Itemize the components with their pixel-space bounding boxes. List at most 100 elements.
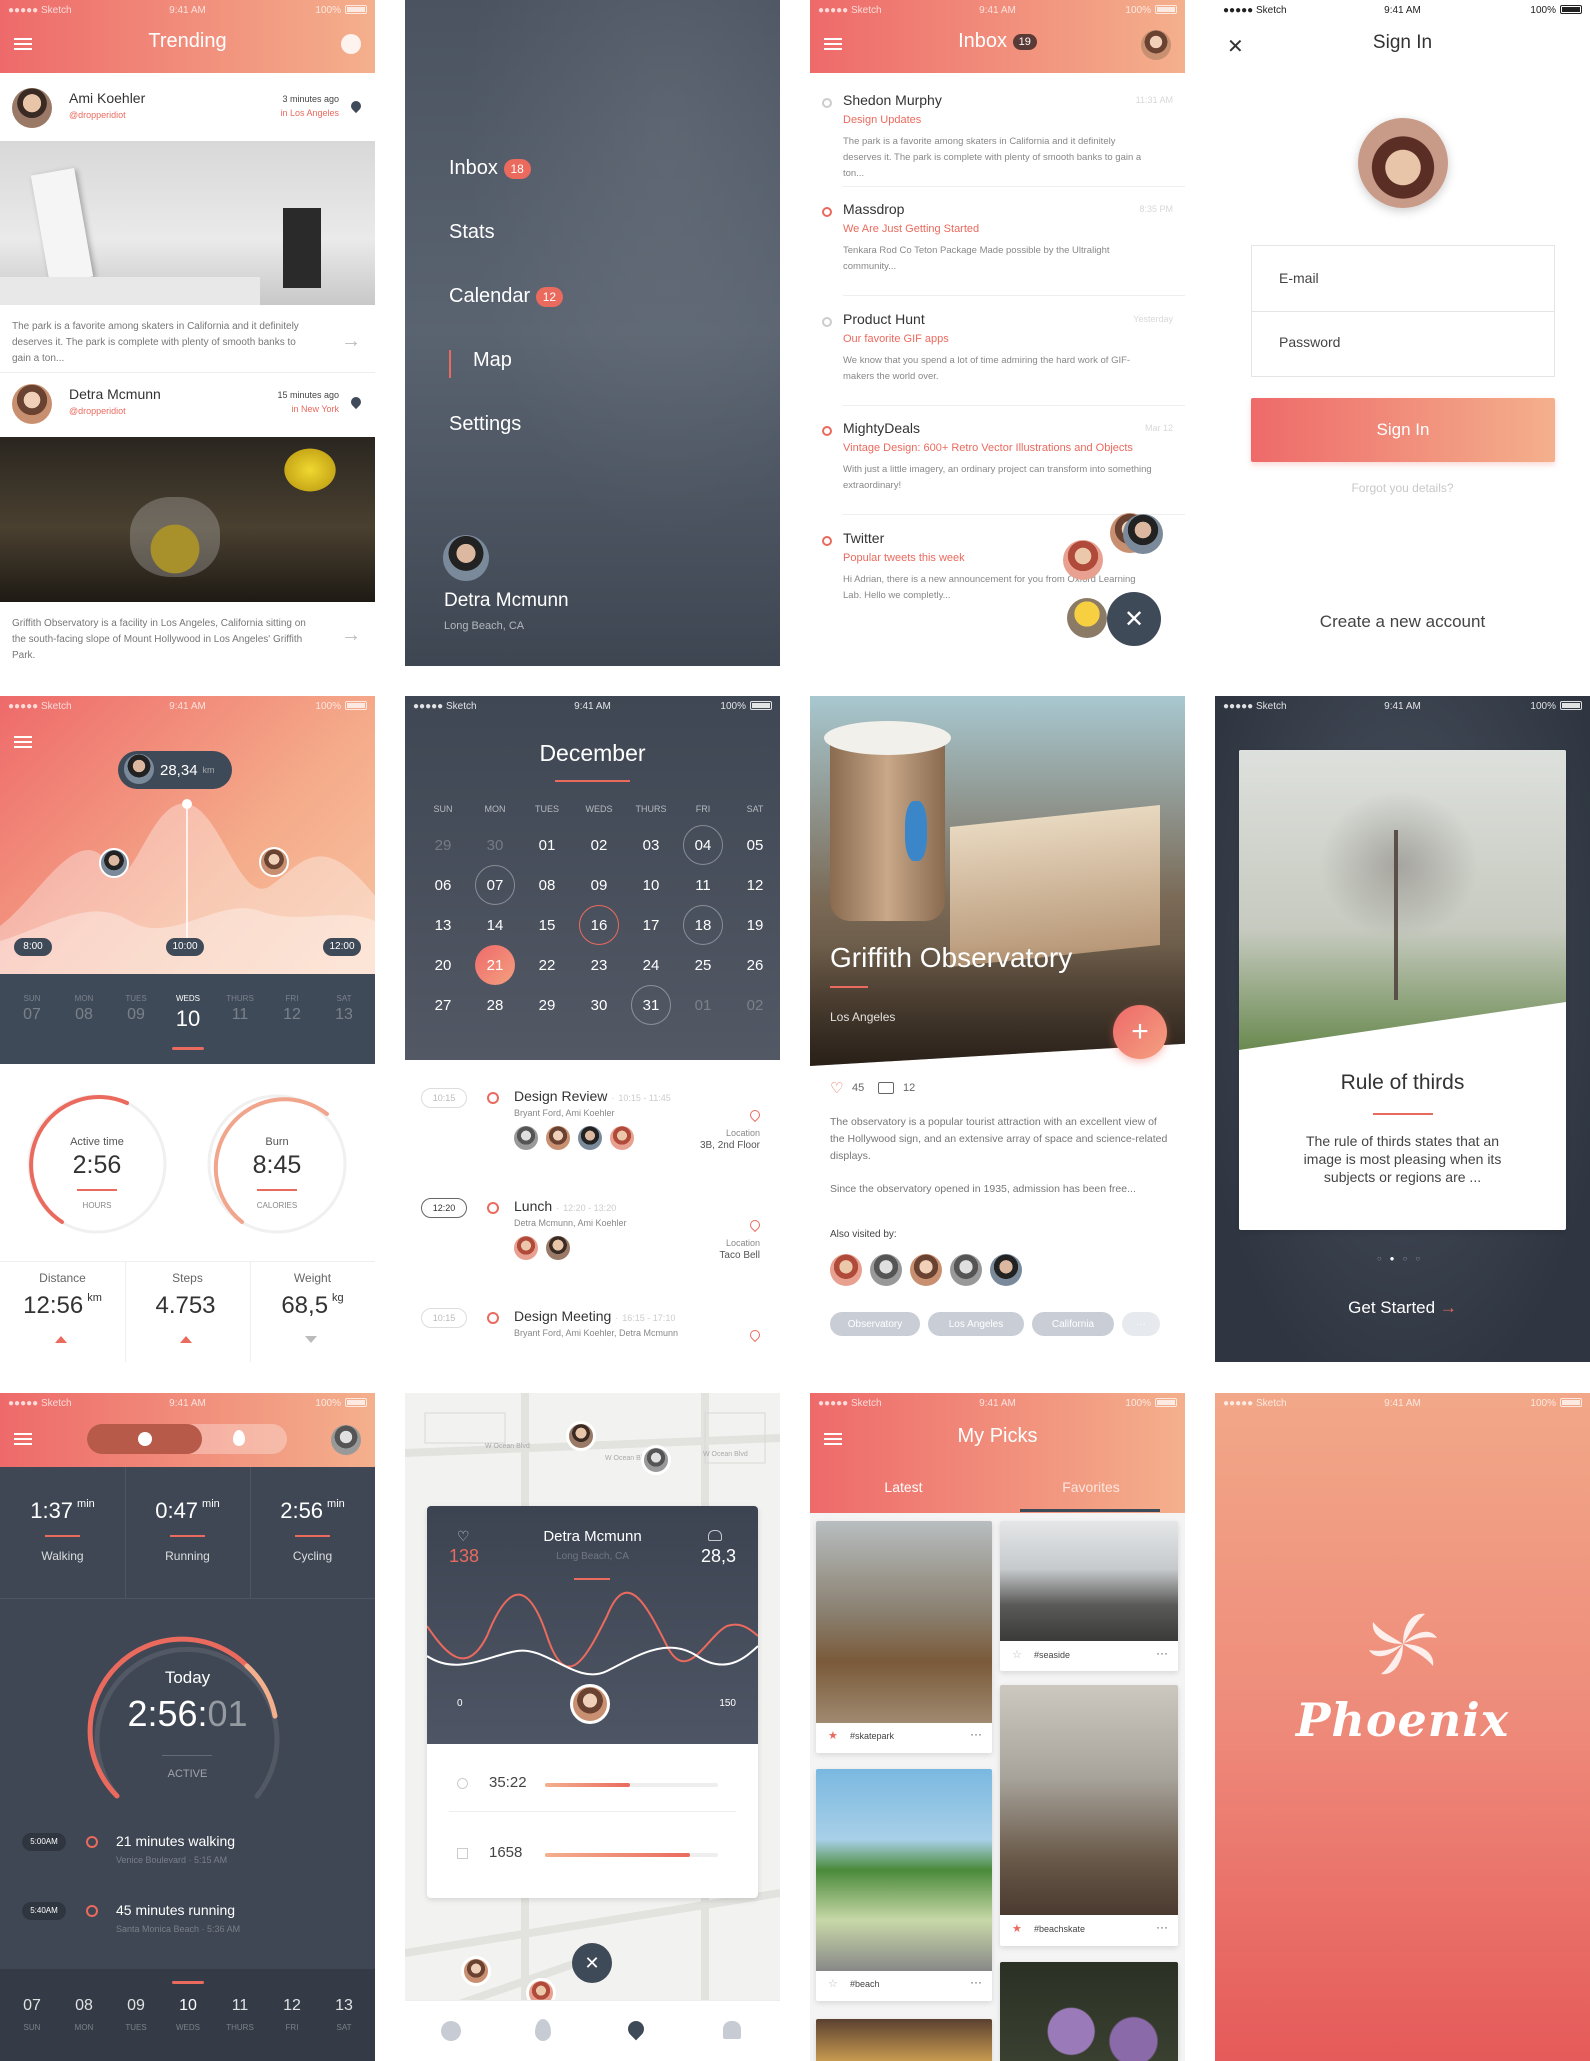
day-name[interactable]: SAT	[318, 2023, 370, 2032]
day-number[interactable]: 11	[214, 1006, 266, 1024]
message-subject[interactable]: Popular tweets this week	[843, 552, 965, 564]
comment-icon[interactable]	[878, 1082, 894, 1094]
calendar-day[interactable]: 30	[579, 985, 619, 1025]
calendar-day[interactable]: 09	[579, 865, 619, 905]
avatar[interactable]	[1063, 540, 1103, 580]
avatar[interactable]	[950, 1254, 982, 1286]
calendar-day[interactable]: 02	[579, 825, 619, 865]
calendar-day[interactable]: 11	[683, 865, 723, 905]
post-image[interactable]	[0, 437, 375, 602]
day-number[interactable]: 10	[162, 1997, 214, 2015]
password-field[interactable]: Password	[1251, 311, 1555, 377]
message-sender[interactable]: Twitter	[843, 530, 884, 546]
message-subject[interactable]: We Are Just Getting Started	[843, 223, 979, 235]
calendar-day[interactable]: 05	[735, 825, 775, 865]
message-subject[interactable]: Our favorite GIF apps	[843, 333, 949, 345]
mode-toggle[interactable]	[87, 1424, 287, 1454]
calendar-day[interactable]: 29	[527, 985, 567, 1025]
day-number[interactable]: 07	[6, 1006, 58, 1024]
sign-in-button[interactable]: Sign In	[1251, 398, 1555, 462]
pick-card-skatepark[interactable]: ★ #skatepark ···	[816, 1521, 992, 1753]
avatar[interactable]	[1067, 598, 1107, 638]
menu-item-stats[interactable]: Stats	[449, 221, 495, 244]
flame-icon[interactable]	[535, 2019, 551, 2041]
message-sender[interactable]: Shedon Murphy	[843, 92, 942, 108]
day-name[interactable]: FRI	[266, 2023, 318, 2032]
day-name[interactable]: THURS	[214, 994, 266, 1003]
calendar-day[interactable]: 31	[631, 985, 671, 1025]
menu-item-settings[interactable]: Settings	[449, 413, 521, 436]
star-icon[interactable]: ★	[1012, 1922, 1022, 1935]
day-number[interactable]: 13	[318, 1006, 370, 1024]
calendar-day[interactable]: 04	[683, 825, 723, 865]
calendar-day[interactable]: 01	[683, 985, 723, 1025]
map-marker-avatar[interactable]	[461, 1956, 491, 1986]
event-title[interactable]: Design Review · 10:15 - 11:45	[514, 1088, 671, 1104]
avatar[interactable]	[514, 1236, 538, 1260]
calendar-day[interactable]: 02	[735, 985, 775, 1025]
calendar-day[interactable]: 10	[631, 865, 671, 905]
avatar[interactable]	[12, 384, 52, 424]
calendar-day[interactable]: 23	[579, 945, 619, 985]
calendar-day[interactable]: 15	[527, 905, 567, 945]
post-author[interactable]: Ami Koehler	[69, 90, 145, 106]
day-number[interactable]: 09	[110, 1006, 162, 1024]
day-name[interactable]: SUN	[6, 994, 58, 1003]
avatar[interactable]	[1123, 514, 1163, 554]
calendar-day[interactable]: 24	[631, 945, 671, 985]
avatar[interactable]	[570, 1684, 610, 1724]
pick-card-beachskate[interactable]: ★ #beachskate ···	[1000, 1685, 1178, 1946]
arrow-right-icon[interactable]: →	[341, 624, 361, 647]
message-subject[interactable]: Design Updates	[843, 114, 921, 126]
avatar[interactable]	[259, 847, 289, 877]
calendar-day[interactable]: 19	[735, 905, 775, 945]
calendar-day[interactable]: 29	[423, 825, 463, 865]
calendar-day[interactable]: 26	[735, 945, 775, 985]
avatar[interactable]	[546, 1236, 570, 1260]
day-name[interactable]: SAT	[318, 994, 370, 1003]
avatar[interactable]	[1358, 118, 1448, 208]
post-handle[interactable]: @dropperidiot	[69, 110, 126, 120]
post-author[interactable]: Detra Mcmunn	[69, 386, 161, 402]
day-name[interactable]: THURS	[214, 2023, 266, 2032]
calendar-day[interactable]: 27	[423, 985, 463, 1025]
menu-icon[interactable]	[14, 1433, 32, 1445]
tag-california[interactable]: California	[1032, 1312, 1114, 1336]
forgot-details-link[interactable]: Forgot you details?	[1215, 481, 1590, 495]
calendar-day[interactable]: 30	[475, 825, 515, 865]
day-number[interactable]: 10	[162, 1006, 214, 1032]
pick-card-partial[interactable]	[816, 2019, 992, 2061]
day-number[interactable]: 07	[6, 1997, 58, 2015]
event-title[interactable]: Lunch · 12:20 - 13:20	[514, 1198, 616, 1214]
calendar-day[interactable]: 14	[475, 905, 515, 945]
map-marker-avatar[interactable]	[641, 1445, 671, 1475]
pick-card-seaside[interactable]: ☆ #seaside ···	[1000, 1521, 1178, 1671]
create-account-link[interactable]: Create a new account	[1215, 612, 1590, 632]
calendar-day[interactable]: 17	[631, 905, 671, 945]
calendar-day[interactable]: 28	[475, 985, 515, 1025]
star-icon[interactable]: ★	[828, 1729, 838, 1742]
more-icon[interactable]: ···	[1156, 1646, 1168, 1660]
star-icon[interactable]: ☆	[828, 1977, 838, 1990]
tab-favorites[interactable]: Favorites	[997, 1479, 1185, 1495]
calendar-day[interactable]: 16	[579, 905, 619, 945]
location-icon[interactable]	[624, 2017, 648, 2041]
avatar[interactable]	[99, 848, 129, 878]
day-number[interactable]: 08	[58, 1006, 110, 1024]
day-number[interactable]: 12	[266, 1006, 318, 1024]
event-title[interactable]: Design Meeting · 16:15 - 17:10	[514, 1308, 675, 1324]
globe-icon[interactable]	[441, 2021, 461, 2041]
add-button[interactable]: +	[1113, 1005, 1167, 1059]
avatar[interactable]	[514, 1126, 538, 1150]
avatar[interactable]	[910, 1254, 942, 1286]
day-number[interactable]: 13	[318, 1997, 370, 2015]
calendar-day[interactable]: 22	[527, 945, 567, 985]
menu-item-inbox[interactable]: Inbox 18	[449, 157, 531, 180]
calendar-day[interactable]: 07	[475, 865, 515, 905]
message-sender[interactable]: MightyDeals	[843, 420, 920, 436]
menu-item-map[interactable]: Map	[473, 349, 512, 372]
day-number[interactable]: 11	[214, 1997, 266, 2015]
avatar[interactable]	[870, 1254, 902, 1286]
tag-observatory[interactable]: Observatory	[830, 1312, 920, 1336]
map-marker-avatar[interactable]	[566, 1421, 596, 1451]
